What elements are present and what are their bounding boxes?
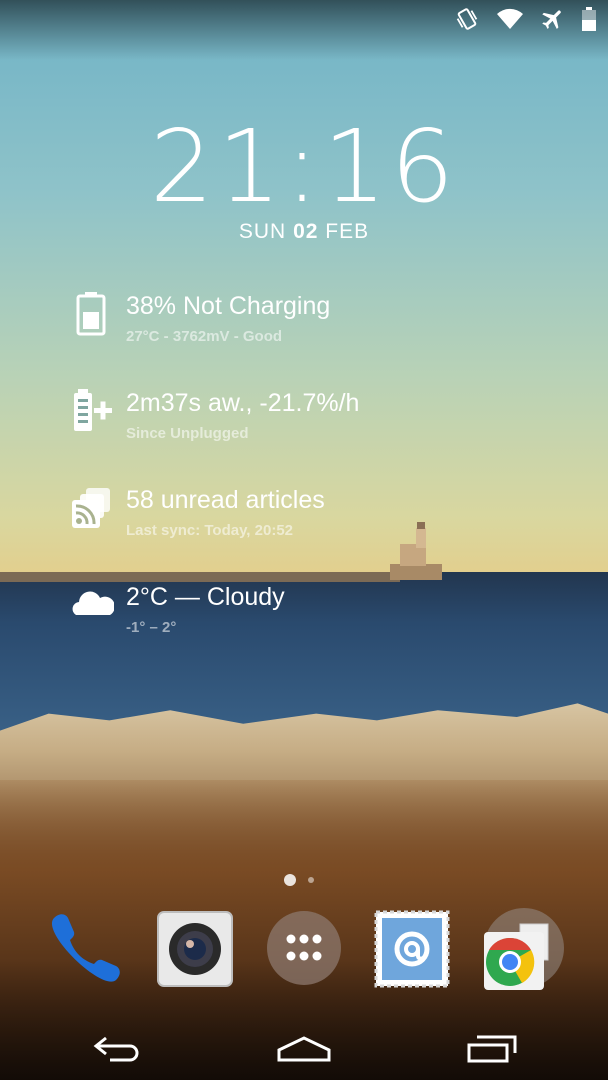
battery-subtitle: 27°C - 3762mV - Good (126, 328, 283, 345)
cloud-icon (72, 591, 114, 615)
back-icon (93, 1036, 139, 1062)
usage-subtitle: Since Unplugged (126, 425, 249, 442)
lockscreen-clock[interactable]: 21:16 (0, 108, 608, 225)
back-button[interactable] (78, 1028, 158, 1068)
home-button[interactable] (264, 1028, 344, 1068)
camera-icon (157, 911, 233, 987)
page-dot-current[interactable] (284, 874, 296, 886)
email-app-icon[interactable] (372, 908, 452, 988)
date-weekday: SUN (238, 220, 287, 243)
lockscreen-date: SUN 02 FEB (0, 220, 608, 244)
weather-subtitle: -1° – 2° (126, 619, 177, 636)
usage-title: 2m37s aw., -21.7%/h (126, 389, 360, 417)
wallpaper-pier (0, 572, 400, 582)
phone-app-icon[interactable] (44, 908, 124, 988)
rss-widget[interactable]: 58 unread articles Last sync: Today, 20:… (70, 486, 590, 556)
status-bar[interactable] (454, 4, 596, 34)
date-day: 02 (293, 220, 319, 243)
dock (0, 908, 608, 992)
weather-title: 2°C — Cloudy (126, 583, 285, 611)
weather-widget[interactable]: 2°C — Cloudy -1° – 2° (70, 583, 590, 653)
battery-usage-icon (74, 389, 112, 431)
usage-widget[interactable]: 2m37s aw., -21.7%/h Since Unplugged (70, 389, 590, 459)
battery-widget[interactable]: 38% Not Charging 27°C - 3762mV - Good (70, 292, 590, 362)
vibrate-icon (456, 8, 478, 30)
airplane-mode-icon (542, 10, 561, 29)
date-month: FEB (325, 220, 370, 243)
chrome-app-icon[interactable] (480, 908, 564, 990)
home-icon (277, 1036, 331, 1062)
battery-title: 38% Not Charging (126, 292, 331, 320)
battery-status-icon (76, 292, 106, 336)
page-indicator[interactable] (284, 874, 314, 886)
email-icon (374, 910, 450, 988)
camera-app-icon[interactable] (156, 908, 236, 988)
chrome-icon (484, 908, 564, 990)
battery-icon (582, 7, 596, 31)
navigation-bar (0, 1020, 608, 1080)
recents-button[interactable] (452, 1028, 532, 1068)
rss-icon (72, 488, 110, 528)
wifi-icon (497, 8, 523, 29)
page-dot[interactable] (308, 877, 314, 883)
rss-title: 58 unread articles (126, 486, 325, 514)
rss-subtitle: Last sync: Today, 20:52 (126, 522, 294, 539)
app-drawer-icon (267, 911, 341, 985)
phone-icon (51, 914, 120, 982)
app-drawer-button[interactable] (264, 908, 344, 988)
recents-icon (467, 1035, 517, 1063)
